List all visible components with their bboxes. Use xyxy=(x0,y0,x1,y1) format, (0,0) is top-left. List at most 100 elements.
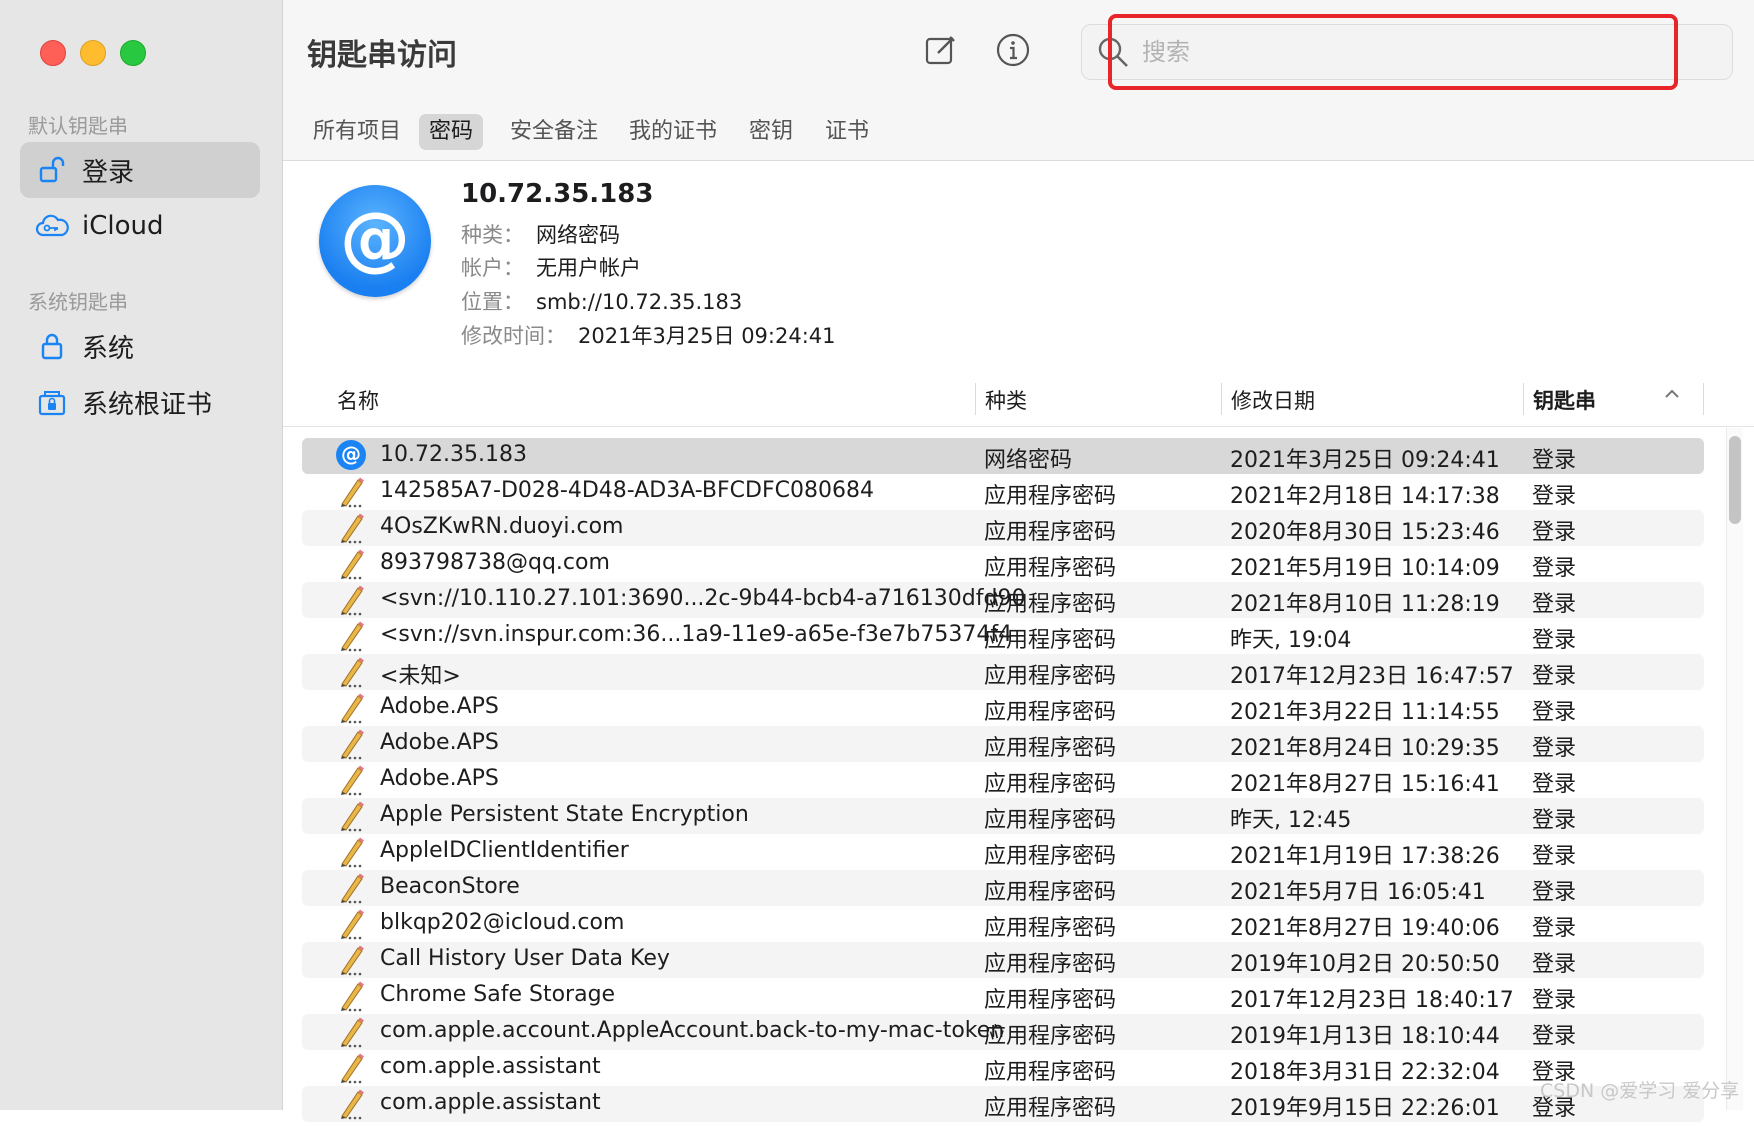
detail-where-value: smb://10.72.35.183 xyxy=(536,290,743,314)
row-date: 2021年5月19日 10:14:09 xyxy=(1230,556,1500,581)
pencil-icon xyxy=(336,872,368,904)
info-icon[interactable] xyxy=(993,30,1033,70)
zoom-window-button[interactable] xyxy=(120,40,146,66)
table-row[interactable]: Call History User Data Key 应用程序密码 2019年10月… xyxy=(302,942,1704,978)
pencil-icon xyxy=(336,980,368,1012)
tab-certificates[interactable]: 证书 xyxy=(815,114,879,150)
sidebar-item-system-roots[interactable]: 系统根证书 xyxy=(20,374,260,430)
table-row[interactable]: blkqp202@icloud.com 应用程序密码 2021年8月27日 19:4… xyxy=(302,906,1704,942)
row-keychain: 登录 xyxy=(1532,448,1577,473)
row-kind: 应用程序密码 xyxy=(984,1096,1117,1121)
row-keychain: 登录 xyxy=(1532,664,1577,689)
row-kind: 应用程序密码 xyxy=(984,736,1117,761)
row-kind: 应用程序密码 xyxy=(984,988,1117,1013)
watermark: CSDN @爱学习 爱分享 xyxy=(1540,1080,1740,1102)
row-keychain: 登录 xyxy=(1532,700,1577,725)
row-name: <svn://svn.inspur.com:36...1a9-11e9-a65e… xyxy=(380,622,1013,647)
table-row[interactable]: AppleIDClientIdentifier 应用程序密码 2021年1月19日 … xyxy=(302,834,1704,870)
table-row[interactable]: 142585A7-D028-4D48-AD3A-BFCDFC080684 应用程序… xyxy=(302,474,1704,510)
vertical-scrollbar[interactable] xyxy=(1726,428,1743,1110)
table-row[interactable]: <svn://svn.inspur.com:36...1a9-11e9-a65e… xyxy=(302,618,1704,654)
pencil-icon xyxy=(336,548,368,580)
pencil-icon xyxy=(336,1016,368,1048)
sidebar-section-default: 默认钥匙串 xyxy=(28,114,128,138)
row-kind: 应用程序密码 xyxy=(984,880,1117,905)
minimize-window-button[interactable] xyxy=(80,40,106,66)
lock-icon xyxy=(34,328,70,364)
table-row[interactable]: BeaconStore 应用程序密码 2021年5月7日 16:05:41 登录 xyxy=(302,870,1704,906)
row-kind: 应用程序密码 xyxy=(984,664,1117,689)
row-keychain: 登录 xyxy=(1532,556,1577,581)
tab-secure-notes[interactable]: 安全备注 xyxy=(500,114,608,150)
column-header-date[interactable]: 修改日期 xyxy=(1231,385,1315,415)
pencil-icon xyxy=(336,692,368,724)
row-date: 2020年8月30日 15:23:46 xyxy=(1230,520,1500,545)
sidebar-item-system[interactable]: 系统 xyxy=(20,318,260,374)
detail-account-value: 无用户帐户 xyxy=(536,256,641,280)
row-kind: 应用程序密码 xyxy=(984,700,1117,725)
row-kind: 应用程序密码 xyxy=(984,628,1117,653)
column-header-kind[interactable]: 种类 xyxy=(985,385,1027,415)
category-tabs: 所有项目 密码 安全备注 我的证书 密钥 证书 xyxy=(283,104,1754,161)
certificate-lock-icon xyxy=(34,384,70,420)
column-divider[interactable] xyxy=(1523,383,1524,415)
row-name: Chrome Safe Storage xyxy=(380,982,616,1007)
row-date: 2021年3月22日 11:14:55 xyxy=(1230,700,1500,725)
row-kind: 应用程序密码 xyxy=(984,1060,1117,1085)
row-date: 2018年3月31日 22:32:04 xyxy=(1230,1060,1500,1085)
detail-kind: 种类： 网络密码 xyxy=(461,219,620,249)
tab-my-certificates[interactable]: 我的证书 xyxy=(619,114,727,150)
table-row[interactable]: @10.72.35.183 网络密码 2021年3月25日 09:24:41 登录 xyxy=(302,438,1704,474)
tab-all-items[interactable]: 所有项目 xyxy=(303,114,411,150)
table-row[interactable]: 4OsZKwRN.duoyi.com 应用程序密码 2020年8月30日 15:23… xyxy=(302,510,1704,546)
tab-passwords[interactable]: 密码 xyxy=(419,114,484,150)
sort-ascending-icon[interactable] xyxy=(1663,385,1681,407)
column-divider[interactable] xyxy=(1221,383,1222,415)
row-kind: 应用程序密码 xyxy=(984,556,1117,581)
row-date: 2019年10月2日 20:50:50 xyxy=(1230,952,1500,977)
row-keychain: 登录 xyxy=(1532,808,1577,833)
compose-icon[interactable] xyxy=(921,30,961,70)
tab-keys[interactable]: 密钥 xyxy=(739,114,803,150)
table-row[interactable]: com.apple.assistant 应用程序密码 2019年9月15日 22:2… xyxy=(302,1086,1704,1122)
row-kind: 网络密码 xyxy=(984,448,1073,473)
sidebar-section-system: 系统钥匙串 xyxy=(28,290,128,314)
sidebar-item-icloud[interactable]: iCloud xyxy=(20,198,260,254)
table-row[interactable]: Adobe.APS 应用程序密码 2021年3月22日 11:14:55 登录 xyxy=(302,690,1704,726)
pencil-icon xyxy=(336,1052,368,1084)
table-row[interactable]: 893798738@qq.com 应用程序密码 2021年5月19日 10:14:0… xyxy=(302,546,1704,582)
row-name: <未知> xyxy=(380,664,461,689)
row-name: BeaconStore xyxy=(380,874,520,899)
sidebar-item-login[interactable]: 登录 xyxy=(20,142,260,198)
column-header-name[interactable]: 名称 xyxy=(337,385,379,415)
table-row[interactable]: Adobe.APS 应用程序密码 2021年8月27日 15:16:41 登录 xyxy=(302,762,1704,798)
column-divider[interactable] xyxy=(1703,383,1704,415)
row-kind: 应用程序密码 xyxy=(984,592,1117,617)
column-header-keychain[interactable]: 钥匙串 xyxy=(1533,385,1596,415)
detail-panel: @ 10.72.35.183 种类： 网络密码 帐户： 无用户帐户 位置： smb:/… xyxy=(283,161,1754,371)
row-date: 2021年3月25日 09:24:41 xyxy=(1230,448,1500,473)
column-divider[interactable] xyxy=(975,383,976,415)
table-row[interactable]: <未知> 应用程序密码 2017年12月23日 16:47:57 登录 xyxy=(302,654,1704,690)
scrollbar-thumb[interactable] xyxy=(1729,436,1741,524)
table-row[interactable]: <svn://10.110.27.101:3690...2c-9b44-bcb4… xyxy=(302,582,1704,618)
row-kind: 应用程序密码 xyxy=(984,772,1117,797)
row-date: 2017年12月23日 18:40:17 xyxy=(1230,988,1514,1013)
table-row[interactable]: Apple Persistent State Encryption 应用程序密码 昨… xyxy=(302,798,1704,834)
pencil-icon xyxy=(336,1088,368,1120)
row-name: Adobe.APS xyxy=(380,694,499,719)
pencil-icon xyxy=(336,656,368,688)
row-name: 893798738@qq.com xyxy=(380,550,610,575)
pencil-icon xyxy=(336,908,368,940)
close-window-button[interactable] xyxy=(40,40,66,66)
row-date: 昨天, 12:45 xyxy=(1230,808,1352,833)
table-row[interactable]: Chrome Safe Storage 应用程序密码 2017年12月23日 18:… xyxy=(302,978,1704,1014)
table-row[interactable]: com.apple.assistant 应用程序密码 2018年3月31日 22:3… xyxy=(302,1050,1704,1086)
table-row[interactable]: Adobe.APS 应用程序密码 2021年8月24日 10:29:35 登录 xyxy=(302,726,1704,762)
row-kind: 应用程序密码 xyxy=(984,916,1117,941)
detail-modified-value: 2021年3月25日 09:24:41 xyxy=(578,324,836,348)
row-keychain: 登录 xyxy=(1532,916,1577,941)
table-row[interactable]: com.apple.account.AppleAccount.back-to-m… xyxy=(302,1014,1704,1050)
pencil-icon xyxy=(336,764,368,796)
row-name: Adobe.APS xyxy=(380,766,499,791)
